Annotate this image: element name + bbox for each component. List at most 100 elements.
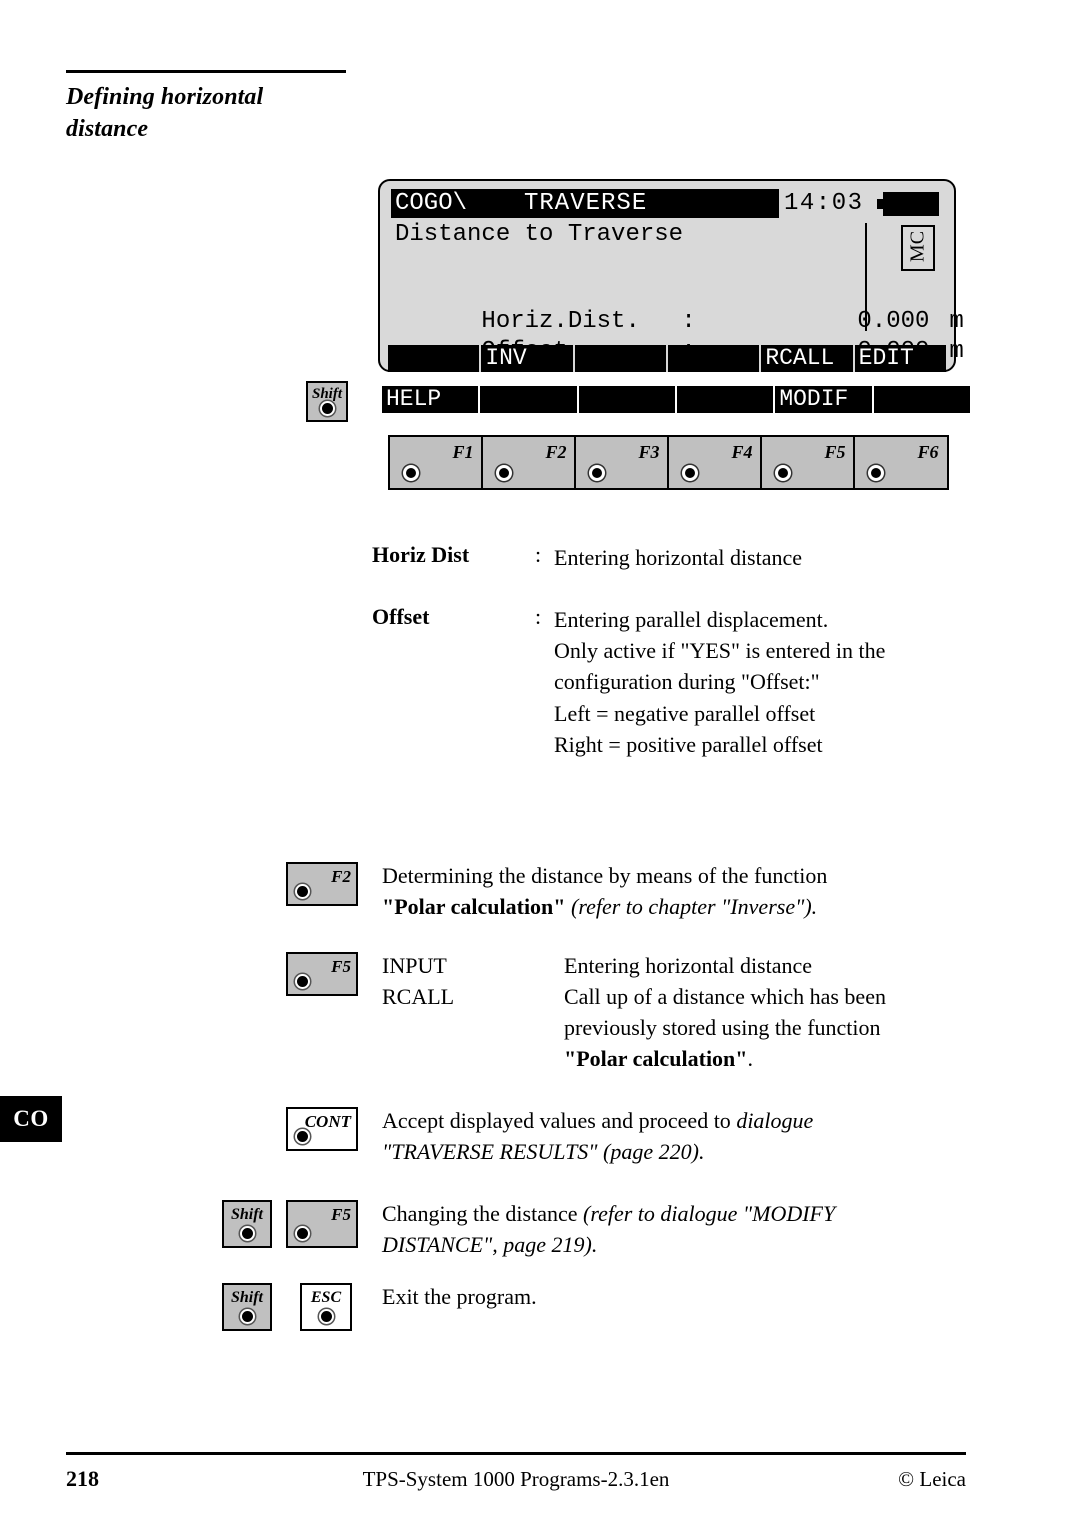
- function-key-label: F3: [638, 442, 660, 462]
- softkey-shift-f5-modif[interactable]: MODIF: [775, 386, 874, 413]
- f2-keycap[interactable]: F2: [286, 862, 358, 906]
- softkey-shift-f2[interactable]: [480, 386, 579, 413]
- action-f5-closing-bold: "Polar calculation": [564, 1046, 748, 1072]
- action-shift-f5-text: Changing the distance (refer to dialogue…: [382, 1198, 982, 1260]
- field-definition-list: Horiz Dist : Entering horizontal distanc…: [372, 542, 972, 770]
- f5-keycap-label: F5: [331, 957, 351, 976]
- definition-line: Left = negative parallel offset: [554, 700, 816, 726]
- instrument-lcd-display: COGO\ TRAVERSE 14:03 Distance to Travers…: [378, 179, 964, 372]
- action-f5-desc-line: previously stored using the function: [564, 1015, 881, 1041]
- action-cont-text: Accept displayed values and proceed to d…: [382, 1105, 976, 1167]
- function-key-strip: F1 F2 F3 F4 F5 F6: [388, 435, 949, 490]
- definition-line: Entering parallel displacement.: [554, 607, 829, 632]
- shift-keycap-led: [239, 1226, 255, 1241]
- action-f5-desc-closing: "Polar calculation".: [564, 1043, 886, 1074]
- definition-line: Right = positive parallel offset: [554, 731, 823, 757]
- softkey-row-primary: INV RCALL EDIT: [388, 345, 946, 372]
- footer-copyright: © Leica: [898, 1467, 966, 1491]
- cont-keycap-led: [295, 1129, 310, 1144]
- function-key-label: F2: [545, 442, 567, 462]
- shift-keycap-2[interactable]: Shift: [222, 1283, 272, 1331]
- shift-key-led: [319, 401, 335, 416]
- header-rule: [66, 70, 346, 73]
- function-key-f6[interactable]: F6: [853, 435, 949, 490]
- function-key-led: [589, 465, 605, 481]
- definition-line: configuration during "Offset:": [554, 669, 820, 695]
- cont-keycap[interactable]: CONT: [286, 1107, 358, 1151]
- action-cont-italic: dialogue: [736, 1108, 814, 1133]
- page-footer: 218 TPS-System 1000 Programs-2.3.1en © L…: [66, 1462, 966, 1496]
- softkey-f2-inv[interactable]: INV: [481, 345, 575, 372]
- f2-keycap-led: [295, 884, 310, 899]
- action-shift-f5-italic-2: DISTANCE", page 219).: [382, 1232, 598, 1258]
- function-key-f2[interactable]: F2: [481, 435, 577, 490]
- action-f2-line-2: "Polar calculation" (refer to chapter "I…: [382, 891, 976, 922]
- action-f5-table: INPUT Entering horizontal distance RCALL…: [382, 950, 976, 1074]
- function-key-f5[interactable]: F5: [760, 435, 856, 490]
- lcd-subtitle: Distance to Traverse: [395, 221, 684, 248]
- lcd-screen-name: TRAVERSE: [524, 190, 648, 217]
- f5-keycap[interactable]: F5: [286, 952, 358, 996]
- softkey-shift-f1-help[interactable]: HELP: [382, 386, 481, 413]
- battery-icon: [877, 192, 939, 216]
- function-key-led: [682, 465, 698, 481]
- action-row-cont: CONT Accept displayed values and proceed…: [286, 1105, 976, 1167]
- definition-colon: :: [535, 604, 542, 629]
- softkey-f6-edit[interactable]: EDIT: [854, 345, 946, 372]
- shift-f5-keycap-label: F5: [331, 1205, 351, 1224]
- action-f5-key-input: INPUT: [382, 953, 447, 978]
- softkey-f1[interactable]: [388, 345, 482, 372]
- function-key-f1[interactable]: F1: [388, 435, 484, 490]
- action-shift-f5-line-2: DISTANCE", page 219).: [382, 1229, 982, 1260]
- page-title: Defining horizontal distance: [66, 82, 366, 145]
- mc-mode-badge: MC: [901, 225, 935, 271]
- function-key-f4[interactable]: F4: [667, 435, 763, 490]
- function-key-label: F6: [917, 442, 939, 462]
- footer-document-title: TPS-System 1000 Programs-2.3.1en: [362, 1467, 670, 1491]
- function-key-label: F4: [731, 442, 753, 462]
- function-key-label: F5: [824, 442, 846, 462]
- shift-keycap[interactable]: Shift: [222, 1200, 272, 1248]
- definition-description: Entering parallel displacement. Only act…: [554, 604, 972, 760]
- action-f5-closing-tail: .: [747, 1046, 754, 1072]
- shift-keycap-label: Shift: [230, 1206, 263, 1223]
- softkey-shift-f6[interactable]: [873, 386, 972, 413]
- action-f5-desc-line: Call up of a distance which has been: [564, 984, 886, 1010]
- action-f2-italic-ref: (refer to chapter "Inverse").: [565, 894, 818, 920]
- shift-f5-keycap[interactable]: F5: [286, 1200, 358, 1248]
- softkey-shift-f4[interactable]: [676, 386, 776, 413]
- action-f5-desc-rcall: Call up of a distance which has been pre…: [564, 981, 886, 1074]
- chapter-margin-tab: CO: [0, 1096, 62, 1142]
- softkey-f4[interactable]: [667, 345, 762, 372]
- definition-term: Offset: [372, 604, 430, 629]
- action-shift-f5-italic: (refer to dialogue "MODIFY: [583, 1201, 836, 1226]
- action-shift-esc-line-1: Exit the program.: [382, 1284, 537, 1309]
- definition-line: Only active if "YES" is entered in the: [554, 638, 886, 664]
- action-shift-f5-plain: Changing the distance: [382, 1201, 584, 1226]
- function-key-f3[interactable]: F3: [574, 435, 670, 490]
- softkey-shift-f3[interactable]: [578, 386, 677, 413]
- shift-f5-keycap-led: [295, 1226, 310, 1241]
- action-row-shift-f5: Shift F5 Changing the distance (refer to…: [222, 1198, 982, 1260]
- definition-colon: :: [535, 542, 542, 567]
- shift-keycap-2-led: [239, 1309, 255, 1324]
- action-shift-esc-text: Exit the program.: [382, 1281, 982, 1312]
- action-f2-line-1: Determining the distance by means of the…: [382, 863, 828, 888]
- function-key-led: [403, 465, 419, 481]
- shift-key[interactable]: Shift: [306, 381, 348, 422]
- softkey-f3[interactable]: [574, 345, 668, 372]
- action-row-shift-esc: Shift ESC Exit the program.: [222, 1281, 982, 1331]
- lcd-app-name: COGO\: [395, 190, 468, 217]
- f5-keycap-led: [295, 974, 310, 989]
- action-f5-desc-line: Entering horizontal distance: [564, 953, 813, 978]
- action-cont-plain: Accept displayed values and proceed to: [382, 1108, 737, 1133]
- softkey-f5-rcall[interactable]: RCALL: [761, 345, 855, 372]
- mc-mode-badge-label: MC: [906, 230, 929, 263]
- action-cont-italic-2: "TRAVERSE RESULTS" (page 220).: [382, 1139, 705, 1165]
- action-f5-row-input: INPUT Entering horizontal distance: [382, 950, 976, 981]
- action-f5-desc-input: Entering horizontal distance: [564, 950, 812, 981]
- footer-rule: [66, 1452, 966, 1455]
- definition-horiz-dist: Horiz Dist : Entering horizontal distanc…: [372, 542, 972, 594]
- esc-keycap[interactable]: ESC: [300, 1283, 352, 1331]
- action-f2-text: Determining the distance by means of the…: [382, 860, 976, 922]
